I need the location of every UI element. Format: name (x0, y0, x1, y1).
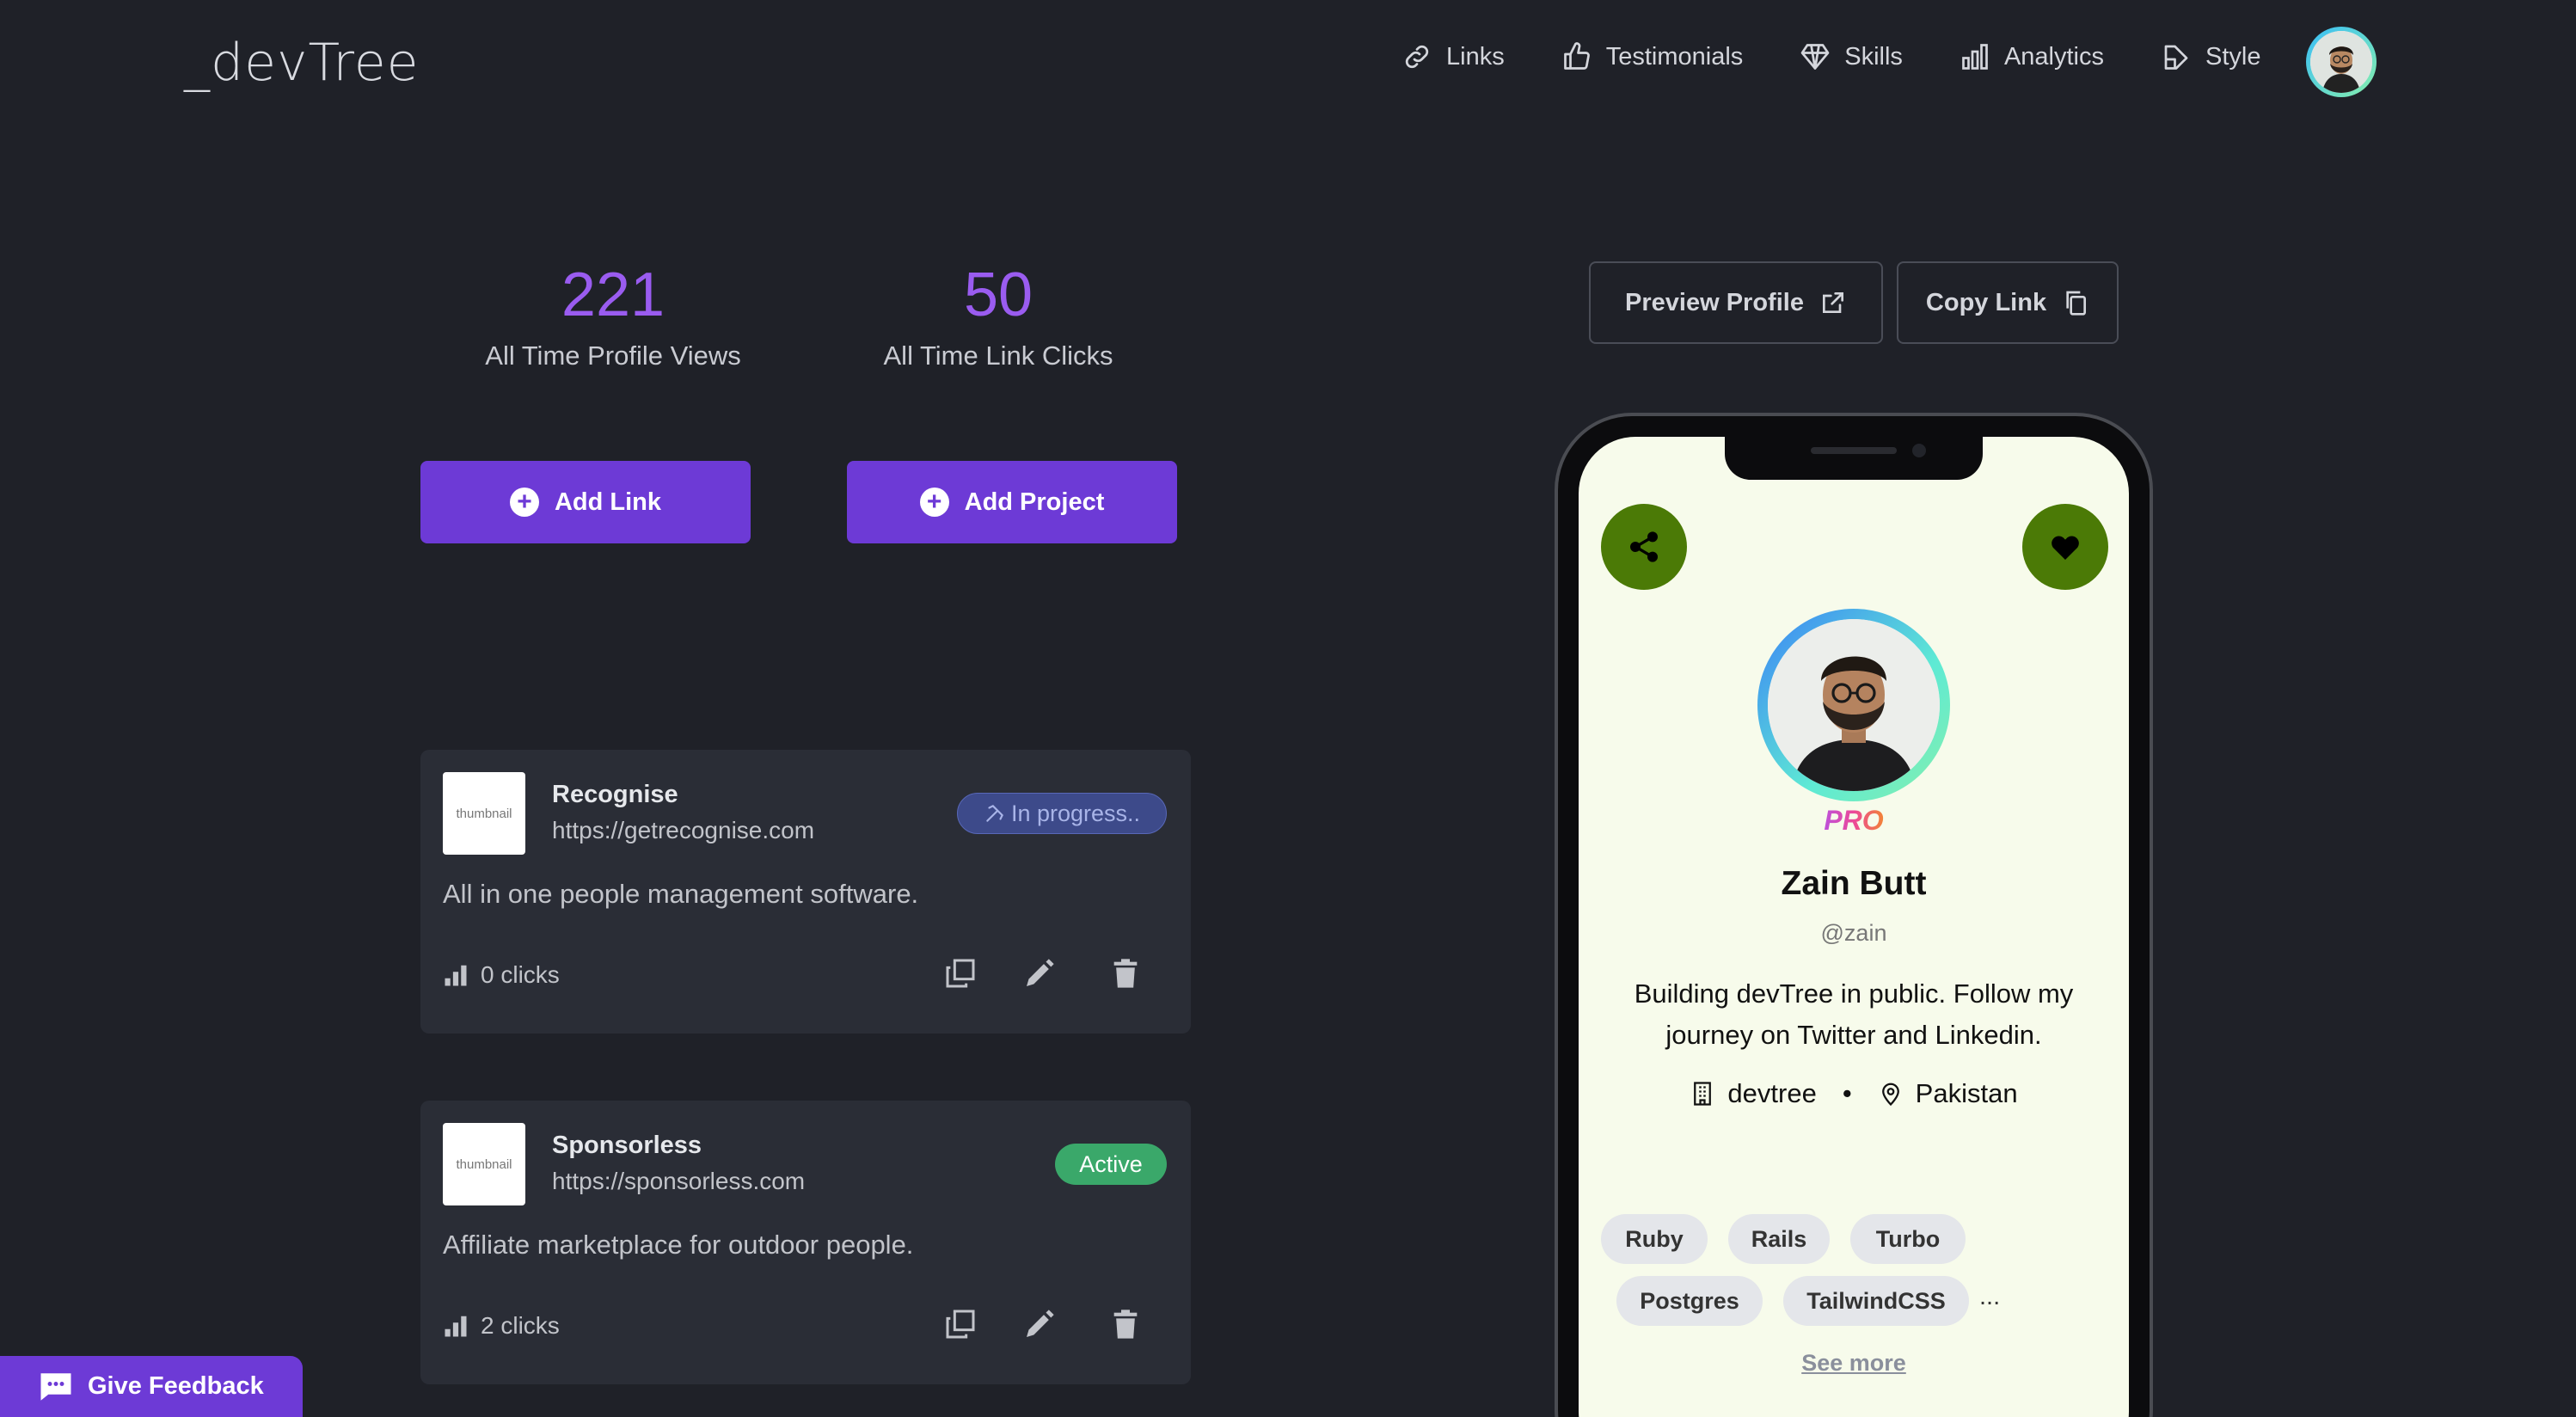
copy-link-label: Copy Link (1925, 288, 2047, 316)
link-clicks: 0 clicks (443, 961, 560, 989)
skill-tag[interactable]: Turbo (1850, 1214, 1966, 1264)
meta-separator: • (1842, 1078, 1852, 1108)
add-link-label: Add Link (554, 488, 662, 516)
link-url[interactable]: https://getrecognise.com (552, 817, 814, 844)
profile-company: devtree (1727, 1078, 1817, 1108)
diamond-icon (1800, 44, 1830, 70)
heart-icon (2052, 536, 2079, 560)
phone-notch (1725, 432, 1983, 480)
signal-bars-icon (445, 965, 467, 986)
copy-link-button[interactable]: Copy Link (1897, 261, 2119, 344)
link-card[interactable]: thumbnail Sponsorless https://sponsorles… (420, 1101, 1191, 1384)
link-clicks-stat: 50 All Time Link Clicks (826, 260, 1170, 371)
main-nav: Links Testimonials Skills Analytics Styl… (1401, 41, 2317, 72)
add-link-button[interactable]: + Add Link (420, 461, 751, 543)
location-pin-icon (1881, 1083, 1899, 1107)
link-url[interactable]: https://sponsorless.com (552, 1168, 805, 1195)
add-project-label: Add Project (964, 488, 1105, 516)
more-skills-ellipsis: ... (1979, 1283, 2001, 1310)
copy-icon (2066, 291, 2087, 316)
status-badge-label: In progress.. (1010, 800, 1141, 826)
bar-chart-icon (1962, 44, 1988, 70)
status-badge: In progress.. (957, 793, 1167, 834)
profile-bio: Building devTree in public. Follow my jo… (1634, 978, 2074, 1050)
duplicate-button[interactable] (943, 1307, 978, 1341)
user-avatar[interactable] (2306, 27, 2377, 97)
app-logo[interactable]: _devTree (184, 33, 420, 93)
profile-meta: devtree • Pakistan (1579, 1078, 2129, 1109)
nav-analytics[interactable]: Analytics (1960, 41, 2104, 72)
link-description: All in one people management software. (443, 879, 919, 909)
skill-tag[interactable]: Rails (1728, 1214, 1830, 1264)
profile-name: Zain Butt (1781, 865, 1927, 902)
dashboard-page: _devTree Links Testimonials Skills Analy… (0, 0, 2576, 1417)
skill-tag[interactable]: TailwindCSS (1783, 1276, 1969, 1326)
profile-views-stat: 221 All Time Profile Views (441, 260, 785, 371)
link-clicks-count: 2 clicks (481, 1312, 560, 1339)
signal-bars-icon (445, 1316, 467, 1337)
duplicate-button[interactable] (943, 956, 978, 991)
edit-button[interactable] (1022, 956, 1057, 991)
nav-style-label: Style (2205, 42, 2261, 71)
give-feedback-label: Give Feedback (88, 1372, 264, 1400)
profile-views-count: 221 (561, 261, 665, 329)
preview-profile-label: Preview Profile (1625, 288, 1804, 316)
see-more-link[interactable]: See more (1579, 1350, 2129, 1377)
plus-circle-icon: + (509, 488, 539, 517)
link-title: Recognise (552, 781, 678, 808)
delete-button[interactable] (1108, 956, 1143, 991)
share-icon (1630, 531, 1658, 562)
give-feedback-button[interactable]: Give Feedback (0, 1356, 303, 1417)
nav-skills[interactable]: Skills (1800, 41, 1903, 72)
link-clicks-count: 0 clicks (481, 961, 560, 988)
profile-handle: @zain (1820, 920, 1887, 946)
nav-testimonials-label: Testimonials (1605, 42, 1744, 71)
skill-tag[interactable]: Ruby (1601, 1214, 1708, 1264)
add-project-button[interactable]: + Add Project (847, 461, 1177, 543)
nav-skills-label: Skills (1844, 42, 1903, 71)
link-card[interactable]: thumbnail Recognise https://getrecognise… (420, 750, 1191, 1034)
trash-icon (1113, 1310, 1138, 1339)
link-thumbnail: thumbnail (443, 1123, 525, 1205)
profile-photo (1768, 619, 1940, 791)
thumbs-up-icon (1563, 42, 1590, 70)
chat-icon (40, 1372, 71, 1401)
preview-profile-button[interactable]: Preview Profile (1589, 261, 1883, 344)
tools-icon (986, 805, 1003, 822)
nav-analytics-label: Analytics (2003, 42, 2104, 71)
link-thumbnail: thumbnail (443, 772, 525, 855)
nav-links-label: Links (1446, 42, 1505, 71)
pencil-icon (1027, 959, 1054, 986)
trash-icon (1113, 959, 1138, 988)
nav-links[interactable]: Links (1401, 41, 1505, 72)
profile-avatar (1757, 609, 1950, 801)
avatar-image (2310, 31, 2372, 93)
external-link-icon (1822, 292, 1843, 313)
edit-button[interactable] (1022, 1307, 1057, 1341)
link-description: Affiliate marketplace for outdoor people… (443, 1230, 914, 1260)
link-icon (1405, 45, 1429, 69)
profile-views-label: All Time Profile Views (485, 340, 741, 371)
like-button[interactable] (2022, 504, 2108, 590)
link-clicks-count: 50 (963, 261, 1033, 329)
delete-button[interactable] (1108, 1307, 1143, 1341)
brush-icon (2164, 45, 2188, 70)
link-clicks: 2 clicks (443, 1312, 560, 1340)
skill-tag[interactable]: Postgres (1616, 1276, 1763, 1326)
link-clicks-label: All Time Link Clicks (883, 340, 1113, 371)
profile-location: Pakistan (1915, 1078, 2018, 1108)
nav-style[interactable]: Style (2161, 41, 2260, 72)
share-button[interactable] (1601, 504, 1687, 590)
building-icon (1694, 1082, 1712, 1106)
link-title: Sponsorless (552, 1132, 702, 1159)
duplicate-icon (946, 959, 975, 988)
plus-circle-icon: + (919, 488, 949, 517)
nav-testimonials[interactable]: Testimonials (1561, 41, 1744, 72)
pencil-icon (1027, 1310, 1054, 1337)
status-badge: Active (1055, 1144, 1167, 1185)
pro-badge: PRO (1811, 805, 1897, 837)
duplicate-icon (946, 1310, 975, 1339)
